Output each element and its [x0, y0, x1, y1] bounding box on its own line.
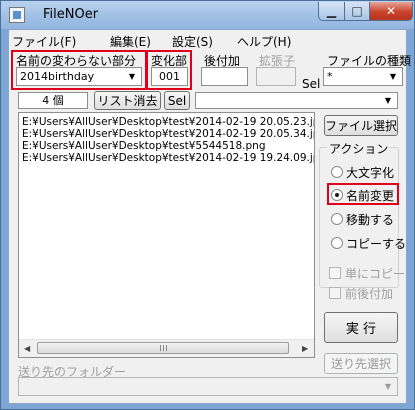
grip-line — [163, 345, 164, 351]
list-item[interactable]: E:¥Users¥AllUser¥Desktop¥test¥2014-02-19… — [22, 116, 314, 128]
changing-part-value: 001 — [159, 70, 180, 83]
list-item[interactable]: E:¥Users¥AllUser¥Desktop¥test¥5544518.pn… — [22, 140, 265, 152]
close-button[interactable]: ✕ — [369, 2, 413, 21]
file-select-button[interactable]: ファイル選択 — [324, 115, 398, 136]
title-bar[interactable]: FileNOer ▁ □ ✕ — [1, 1, 414, 29]
file-count-value: 4 個 — [42, 94, 64, 107]
unchanged-part-combobox[interactable]: 2014birthday ▼ — [16, 67, 142, 86]
file-list[interactable]: E:¥Users¥AllUser¥Desktop¥test¥2014-02-19… — [18, 112, 315, 358]
radio-copy-label[interactable]: コピーする — [346, 235, 406, 252]
minimize-button[interactable]: ▁ — [318, 2, 345, 21]
radio-uppercase[interactable] — [331, 166, 343, 178]
checkbox-simple-copy-label[interactable]: 単にコピー — [345, 265, 405, 282]
extension-input[interactable] — [256, 67, 296, 86]
client-area: ファイル(F) 編集(E) 設定(S) ヘルプ(H) 名前の変わらない部分 20… — [8, 29, 411, 404]
clear-list-button[interactable]: リスト消去 — [94, 91, 161, 110]
close-icon: ✕ — [385, 4, 397, 18]
file-count: 4 個 — [18, 92, 88, 109]
unchanged-part-value: 2014birthday — [20, 70, 95, 83]
radio-move[interactable] — [331, 213, 343, 225]
radio-rename-label[interactable]: 名前変更 — [346, 187, 394, 204]
radio-copy[interactable] — [331, 237, 343, 249]
scroll-left-icon[interactable]: ◀ — [24, 344, 30, 353]
file-type-value: * — [327, 70, 333, 83]
maximize-icon: □ — [351, 4, 363, 18]
destination-folder-combobox[interactable]: ▼ — [18, 377, 398, 396]
grip-line — [160, 345, 161, 351]
chevron-down-icon[interactable]: ▼ — [385, 69, 401, 84]
radio-rename[interactable] — [331, 189, 343, 201]
checkbox-simple-copy[interactable] — [329, 267, 341, 279]
window-title: FileNOer — [43, 7, 99, 22]
app-window: FileNOer ▁ □ ✕ ファイル(F) 編集(E) 設定(S) ヘルプ(H… — [0, 0, 415, 410]
maximize-button[interactable]: □ — [344, 2, 370, 21]
menu-settings[interactable]: 設定(S) — [172, 33, 213, 50]
checkbox-prefix-suffix[interactable] — [329, 287, 341, 299]
sel-label: Sel — [302, 77, 321, 91]
changing-part-input[interactable]: 001 — [151, 67, 188, 86]
chevron-down-icon[interactable]: ▼ — [380, 379, 396, 394]
horizontal-scrollbar[interactable]: ◀ ▶ — [19, 339, 314, 357]
chevron-down-icon[interactable]: ▼ — [380, 93, 396, 108]
menu-file[interactable]: ファイル(F) — [12, 33, 76, 50]
scroll-right-icon[interactable]: ▶ — [302, 344, 308, 353]
sel-button[interactable]: Sel — [164, 91, 190, 110]
radio-uppercase-label[interactable]: 大文字化 — [346, 164, 394, 181]
path-combobox[interactable]: ▼ — [195, 92, 398, 109]
menu-help[interactable]: ヘルプ(H) — [237, 33, 291, 50]
destination-select-button[interactable]: 送り先選択 — [324, 353, 398, 374]
list-item[interactable]: E:¥Users¥AllUser¥Desktop¥test¥2014-02-19… — [22, 152, 314, 164]
app-icon[interactable] — [9, 7, 25, 23]
action-group-label: アクション — [327, 140, 391, 157]
list-item[interactable]: E:¥Users¥AllUser¥Desktop¥test¥2014-02-19… — [22, 128, 314, 140]
radio-move-label[interactable]: 移動する — [346, 211, 394, 228]
menu-bar: ファイル(F) 編集(E) 設定(S) ヘルプ(H) — [9, 30, 406, 50]
scroll-thumb[interactable] — [37, 342, 289, 354]
execute-button[interactable]: 実 行 — [324, 312, 398, 343]
file-type-combobox[interactable]: * ▼ — [323, 67, 403, 86]
chevron-down-icon[interactable]: ▼ — [124, 69, 140, 84]
menu-edit[interactable]: 編集(E) — [110, 33, 151, 50]
checkbox-prefix-suffix-label[interactable]: 前後付加 — [345, 285, 393, 302]
grip-line — [166, 345, 167, 351]
suffix-input[interactable] — [201, 67, 248, 86]
minimize-icon: ▁ — [326, 4, 337, 18]
